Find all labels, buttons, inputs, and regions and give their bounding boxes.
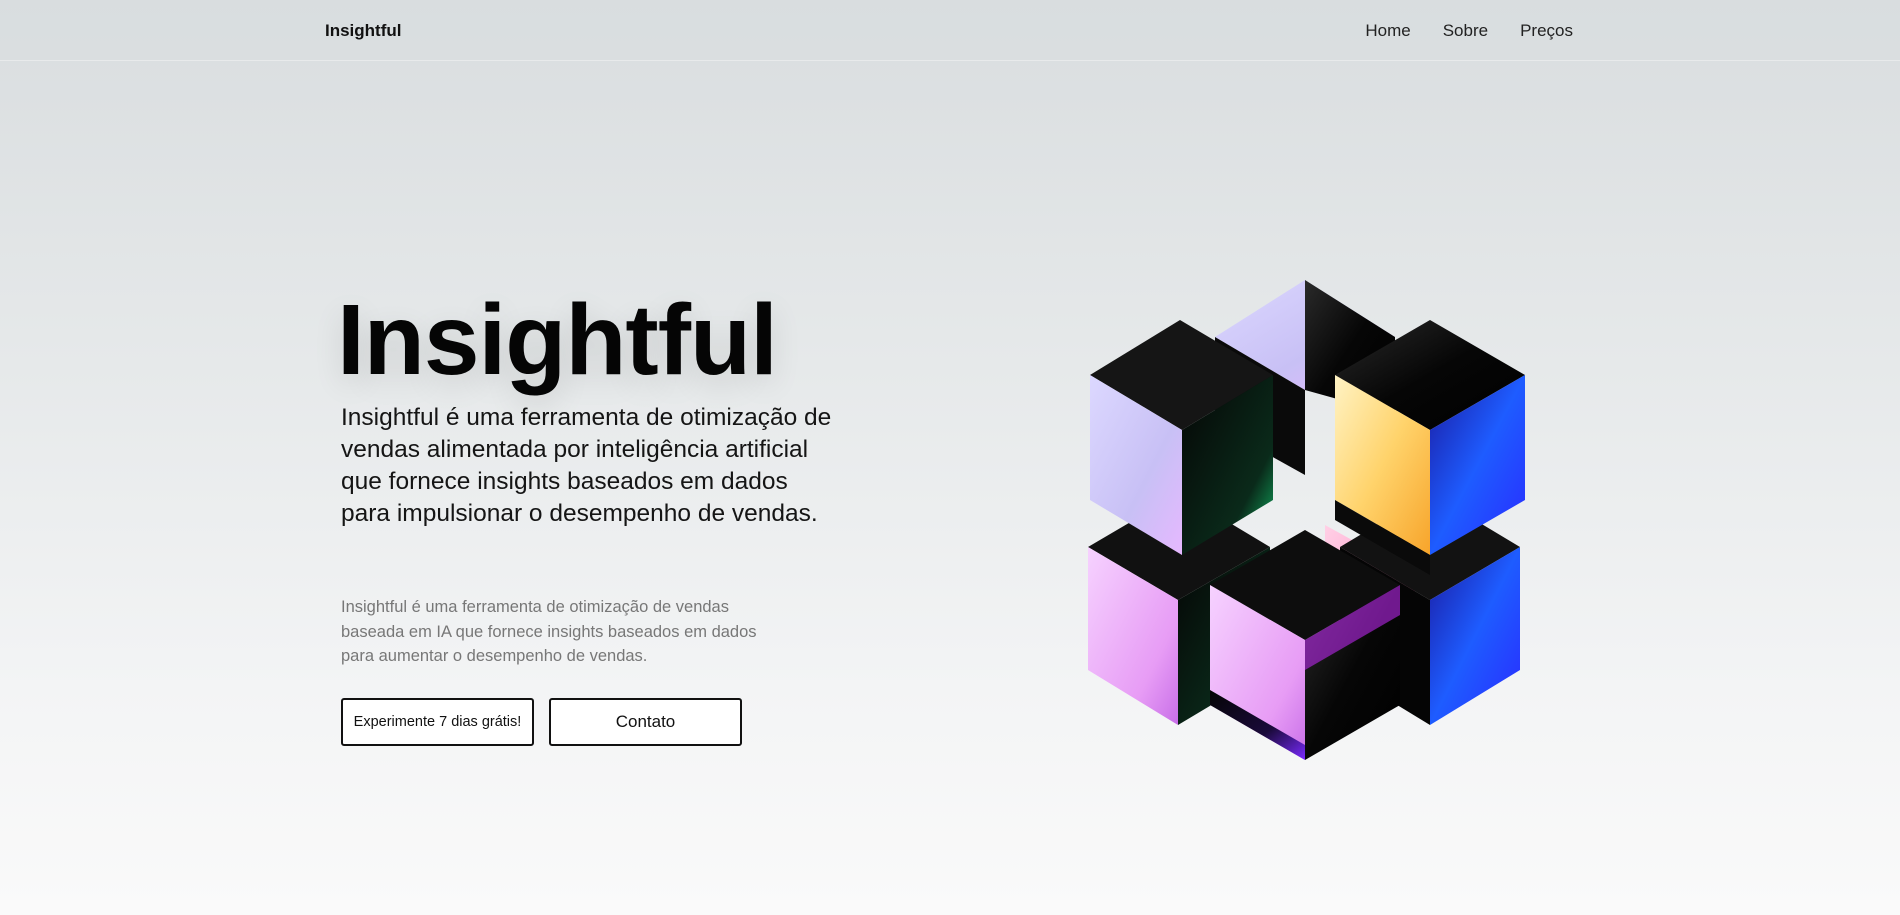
navbar: Insightful Home Sobre Preços (0, 0, 1900, 61)
nav-link-sobre[interactable]: Sobre (1443, 21, 1488, 41)
hero-subtext: Insightful é uma ferramenta de otimizaçã… (341, 598, 757, 665)
hero-lead-text: Insightful é uma ferramenta de otimizaçã… (341, 404, 832, 527)
iridescent-cubes-illustration (1088, 280, 1525, 760)
hero-title: Insightful (337, 284, 778, 396)
brand-logo[interactable]: Insightful (325, 21, 401, 41)
free-trial-button[interactable]: Experimente 7 dias grátis! (341, 698, 534, 746)
nav-link-home[interactable]: Home (1365, 21, 1410, 41)
nav-links: Home Sobre Preços (1365, 21, 1573, 41)
nav-link-precos[interactable]: Preços (1520, 21, 1573, 41)
contact-button[interactable]: Contato (549, 698, 742, 746)
